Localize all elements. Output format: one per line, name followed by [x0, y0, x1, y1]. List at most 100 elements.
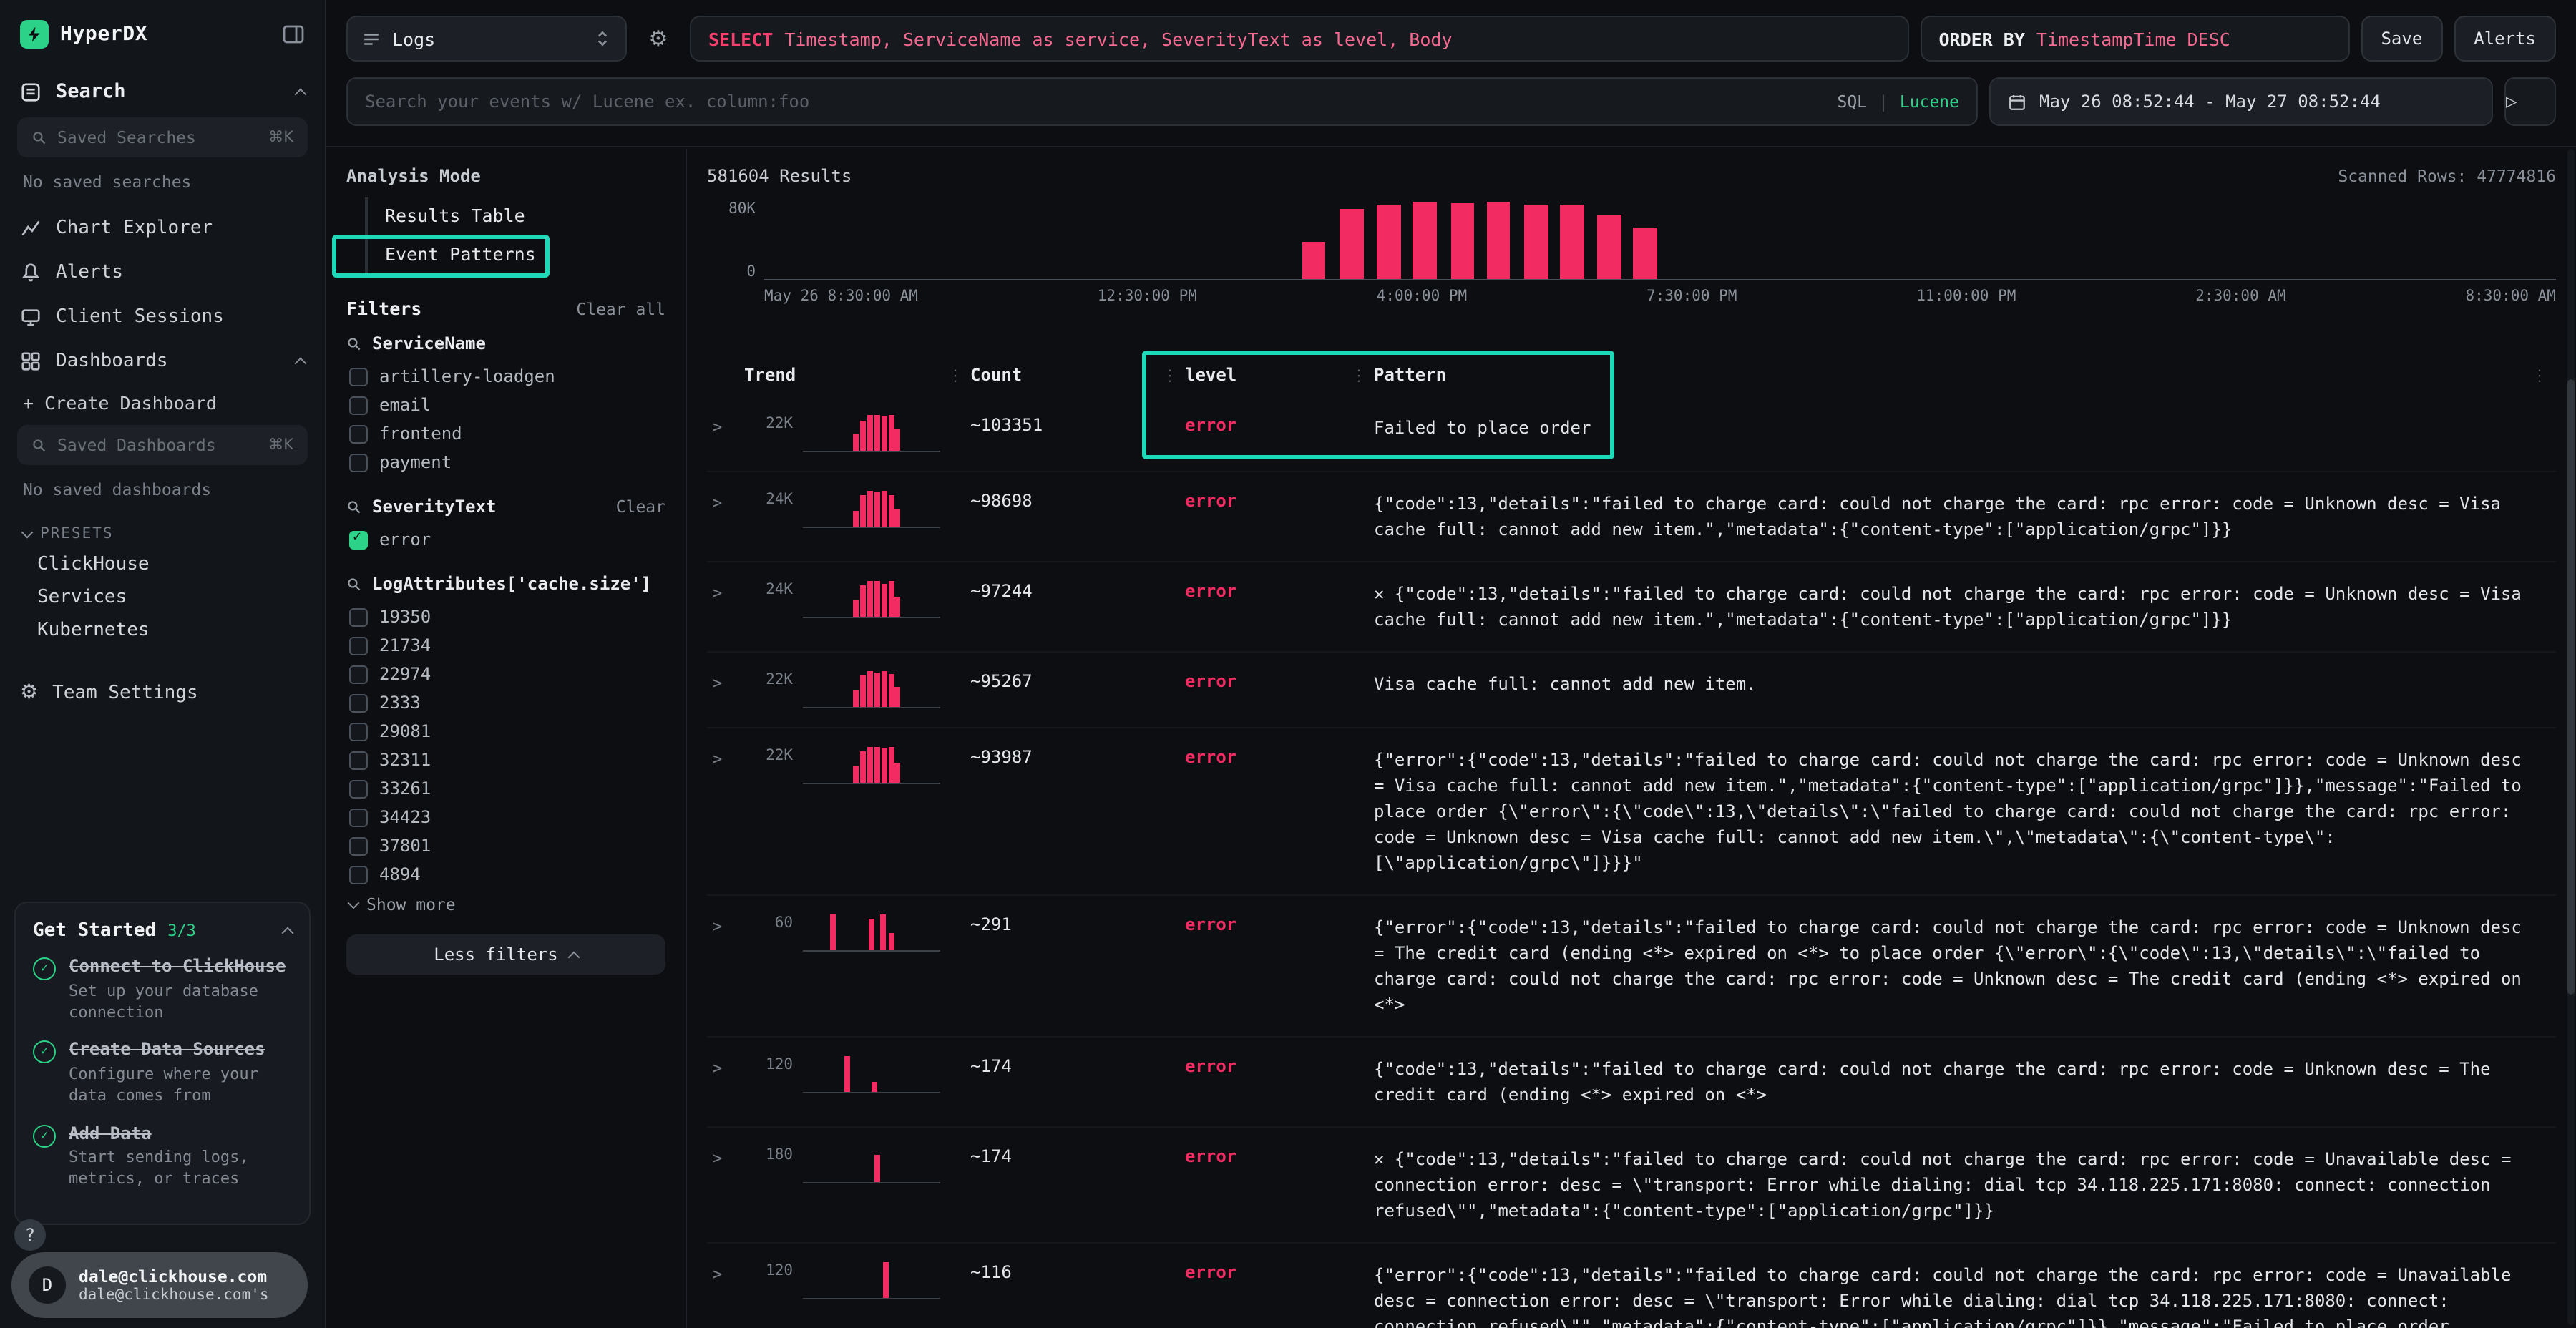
checkbox[interactable]: [349, 722, 368, 741]
row-expander-icon[interactable]: >: [707, 1149, 744, 1168]
table-row[interactable]: > 22K ~95267 error Visa cache full: cann…: [707, 653, 2556, 728]
less-filters-button[interactable]: Less filters: [346, 934, 665, 975]
clear-all-link[interactable]: Clear all: [576, 298, 665, 318]
saved-searches-input[interactable]: Saved Searches ⌘K: [17, 117, 308, 157]
alerts-button[interactable]: Alerts: [2454, 16, 2556, 62]
filter-checkbox-row[interactable]: 32311: [346, 746, 665, 774]
checkbox[interactable]: [349, 367, 368, 386]
pattern-cell[interactable]: Failed to place order: [1374, 415, 2556, 441]
pattern-cell[interactable]: ✕ {"code":13,"details":"failed to charge…: [1374, 581, 2556, 633]
pattern-cell[interactable]: {"error":{"code":13,"details":"failed to…: [1374, 1262, 2556, 1328]
table-row[interactable]: > 22K ~93987 error {"error":{"code":13,"…: [707, 728, 2556, 896]
pattern-cell[interactable]: Visa cache full: cannot add new item.: [1374, 671, 2556, 697]
clear-link[interactable]: Clear: [616, 497, 665, 517]
checkbox[interactable]: [349, 453, 368, 472]
row-expander-icon[interactable]: >: [707, 917, 744, 936]
filter-checkbox-row[interactable]: email: [346, 391, 665, 419]
checkbox[interactable]: [349, 693, 368, 712]
chevron-up-icon[interactable]: [282, 927, 294, 939]
checkbox[interactable]: [349, 424, 368, 443]
filter-checkbox-row[interactable]: 2333: [346, 688, 665, 717]
pattern-cell[interactable]: {"code":13,"details":"failed to charge c…: [1374, 1056, 2556, 1108]
preset-item[interactable]: Services: [0, 581, 325, 614]
filter-checkbox-row[interactable]: 4894: [346, 860, 665, 889]
sidebar-item-search[interactable]: Search: [0, 66, 325, 114]
kebab-icon[interactable]: ⋮: [1162, 366, 1178, 385]
row-expander-icon[interactable]: >: [707, 1059, 744, 1078]
mode-results-table[interactable]: Results Table: [368, 197, 665, 236]
filter-checkbox-row[interactable]: artillery-loadgen: [346, 362, 665, 391]
mode-event-patterns[interactable]: Event Patterns: [368, 236, 665, 275]
run-search-button[interactable]: ▷: [2504, 77, 2556, 126]
preset-item[interactable]: Kubernetes: [0, 614, 325, 647]
checkbox[interactable]: [349, 665, 368, 683]
filter-checkbox-row[interactable]: 19350: [346, 602, 665, 631]
pattern-cell[interactable]: ✕ {"code":13,"details":"failed to charge…: [1374, 1146, 2556, 1224]
filter-checkbox-row[interactable]: 21734: [346, 631, 665, 660]
filter-checkbox-row[interactable]: 34423: [346, 803, 665, 831]
search-icon[interactable]: [346, 499, 362, 514]
help-button[interactable]: ?: [14, 1219, 46, 1251]
show-more-link[interactable]: Show more: [346, 889, 665, 914]
row-expander-icon[interactable]: >: [707, 674, 744, 693]
checkbox[interactable]: [349, 836, 368, 855]
events-histogram[interactable]: 80K 0 May 26 8:30:00 AM12:30:00 PM4:00:0…: [707, 200, 2556, 305]
column-header-count[interactable]: ⋮Count: [970, 365, 1185, 385]
filter-checkbox-row[interactable]: 33261: [346, 774, 665, 803]
sidebar-item-dashboards[interactable]: Dashboards: [0, 339, 325, 384]
row-expander-icon[interactable]: >: [707, 418, 744, 436]
kebab-icon[interactable]: ⋮: [1351, 366, 1367, 385]
checkbox[interactable]: [349, 607, 368, 626]
checkbox[interactable]: [349, 751, 368, 769]
pattern-cell[interactable]: {"error":{"code":13,"details":"failed to…: [1374, 914, 2556, 1017]
pattern-cell[interactable]: {"error":{"code":13,"details":"failed to…: [1374, 747, 2556, 876]
histogram-plot[interactable]: [764, 200, 2556, 280]
filter-checkbox-row[interactable]: 37801: [346, 831, 665, 860]
row-expander-icon[interactable]: >: [707, 494, 744, 512]
user-menu[interactable]: D dale@clickhouse.com dale@clickhouse.co…: [11, 1252, 308, 1318]
table-row[interactable]: > 120 ~116 error {"error":{"code":13,"de…: [707, 1244, 2556, 1328]
checkbox[interactable]: [349, 396, 368, 414]
preset-item[interactable]: ClickHouse: [0, 548, 325, 581]
sql-select-editor[interactable]: SELECT Timestamp, ServiceName as service…: [690, 16, 1908, 62]
lang-toggle-sql[interactable]: SQL: [1837, 92, 1867, 112]
sidebar-item-chart-explorer[interactable]: Chart Explorer: [0, 206, 325, 250]
sidebar-item-team-settings[interactable]: ⚙ Team Settings: [0, 670, 325, 716]
filter-checkbox-row[interactable]: 22974: [346, 660, 665, 688]
row-expander-icon[interactable]: >: [707, 1265, 744, 1284]
order-by-editor[interactable]: ORDER BY TimestampTime DESC: [1920, 16, 2349, 62]
presets-toggle[interactable]: PRESETS: [0, 514, 325, 548]
pattern-cell[interactable]: {"code":13,"details":"failed to charge c…: [1374, 491, 2556, 542]
search-icon[interactable]: [346, 576, 362, 592]
sidebar-item-alerts[interactable]: Alerts: [0, 250, 325, 295]
table-row[interactable]: > 60 ~291 error {"error":{"code":13,"det…: [707, 896, 2556, 1038]
saved-dashboards-input[interactable]: Saved Dashboards ⌘K: [17, 425, 308, 465]
row-expander-icon[interactable]: >: [707, 584, 744, 602]
table-row[interactable]: > 22K ~103351 error Failed to place orde…: [707, 396, 2556, 472]
scrollbar-thumb[interactable]: [2567, 379, 2575, 995]
filter-checkbox-row[interactable]: payment: [346, 448, 665, 477]
column-header-pattern[interactable]: ⋮Pattern⋮: [1374, 365, 2556, 385]
search-input[interactable]: [365, 92, 1823, 112]
event-search-bar[interactable]: SQL | Lucene: [346, 77, 1978, 126]
checkbox[interactable]: [349, 779, 368, 798]
checkbox[interactable]: [349, 636, 368, 655]
column-header-level[interactable]: ⋮level: [1185, 365, 1374, 385]
save-button[interactable]: Save: [2361, 16, 2442, 62]
source-select[interactable]: Logs: [346, 16, 627, 62]
table-row[interactable]: > 120 ~174 error {"code":13,"details":"f…: [707, 1038, 2556, 1128]
filter-checkbox-row[interactable]: frontend: [346, 419, 665, 448]
column-header-trend[interactable]: Trend: [744, 365, 970, 385]
sidebar-collapse-icon[interactable]: [282, 23, 305, 46]
kebab-icon[interactable]: ⋮: [947, 366, 963, 385]
row-expander-icon[interactable]: >: [707, 750, 744, 768]
source-settings-button[interactable]: ⚙: [638, 16, 678, 62]
checkbox[interactable]: [349, 808, 368, 826]
checkbox[interactable]: [349, 865, 368, 884]
date-range-picker[interactable]: May 26 08:52:44 - May 27 08:52:44: [1989, 77, 2493, 126]
table-row[interactable]: > 24K ~97244 error ✕ {"code":13,"details…: [707, 562, 2556, 653]
table-row[interactable]: > 24K ~98698 error {"code":13,"details":…: [707, 472, 2556, 562]
checkbox[interactable]: [349, 530, 368, 549]
search-icon[interactable]: [346, 336, 362, 351]
create-dashboard-button[interactable]: + Create Dashboard: [0, 384, 325, 422]
